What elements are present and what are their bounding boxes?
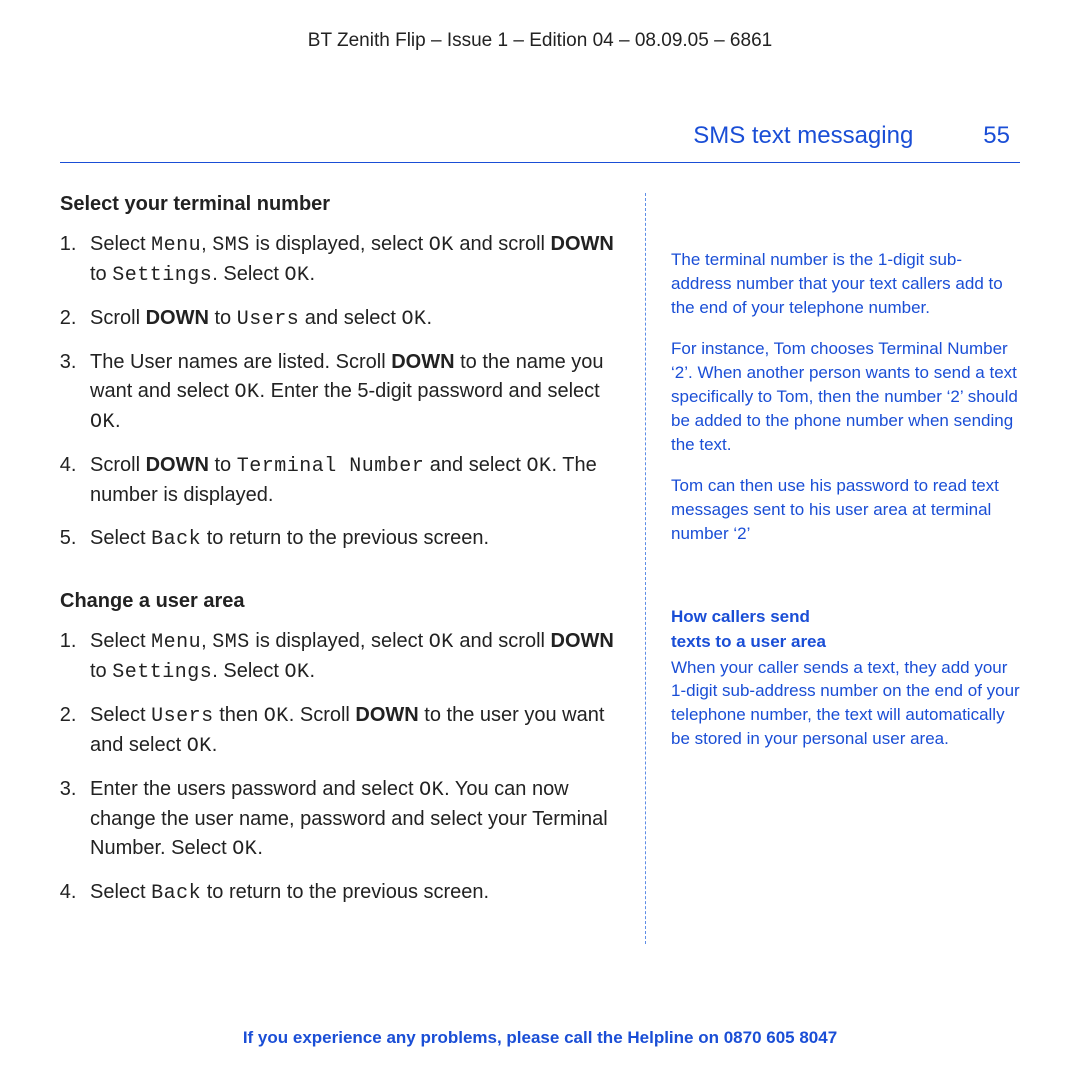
step: Select Back to return to the previous sc…: [82, 524, 620, 554]
heading-change-user-area: Change a user area: [60, 590, 620, 613]
step: Scroll DOWN to Users and select OK.: [82, 304, 620, 334]
side-column: The terminal number is the 1-digit sub-a…: [645, 193, 1020, 944]
page: BT Zenith Flip – Issue 1 – Edition 04 – …: [0, 0, 1080, 1068]
document-id-line: BT Zenith Flip – Issue 1 – Edition 04 – …: [60, 30, 1020, 52]
heading-select-terminal: Select your terminal number: [60, 193, 620, 216]
side-heading: How callers send: [671, 606, 1020, 629]
section-header: SMS text messaging 55: [60, 122, 1020, 150]
page-number: 55: [983, 122, 1010, 150]
footer-text: If you experience any problems, please c…: [243, 1028, 724, 1047]
step: Select Menu, SMS is displayed, select OK…: [82, 230, 620, 290]
side-note: For instance, Tom chooses Terminal Numbe…: [671, 337, 1020, 456]
step: Select Back to return to the previous sc…: [82, 878, 620, 908]
steps-change-user-area: Select Menu, SMS is displayed, select OK…: [60, 627, 620, 908]
section-title: SMS text messaging: [693, 122, 913, 150]
step: Select Users then OK. Scroll DOWN to the…: [82, 701, 620, 761]
step: Scroll DOWN to Terminal Number and selec…: [82, 451, 620, 510]
main-column: Select your terminal number Select Menu,…: [60, 193, 645, 944]
step: Enter the users password and select OK. …: [82, 775, 620, 864]
side-note: When your caller sends a text, they add …: [671, 656, 1020, 751]
steps-select-terminal: Select Menu, SMS is displayed, select OK…: [60, 230, 620, 554]
side-section-how-callers: How callers send texts to a user area Wh…: [671, 606, 1020, 751]
header-rule: [60, 162, 1020, 163]
side-note: The terminal number is the 1-digit sub-a…: [671, 248, 1020, 319]
side-note: Tom can then use his password to read te…: [671, 474, 1020, 545]
step: Select Menu, SMS is displayed, select OK…: [82, 627, 620, 687]
step: The User names are listed. Scroll DOWN t…: [82, 348, 620, 437]
content-columns: Select your terminal number Select Menu,…: [60, 193, 1020, 944]
side-heading: texts to a user area: [671, 631, 1020, 654]
footer-phone: 0870 605 8047: [724, 1028, 837, 1047]
footer-helpline: If you experience any problems, please c…: [0, 1028, 1080, 1048]
